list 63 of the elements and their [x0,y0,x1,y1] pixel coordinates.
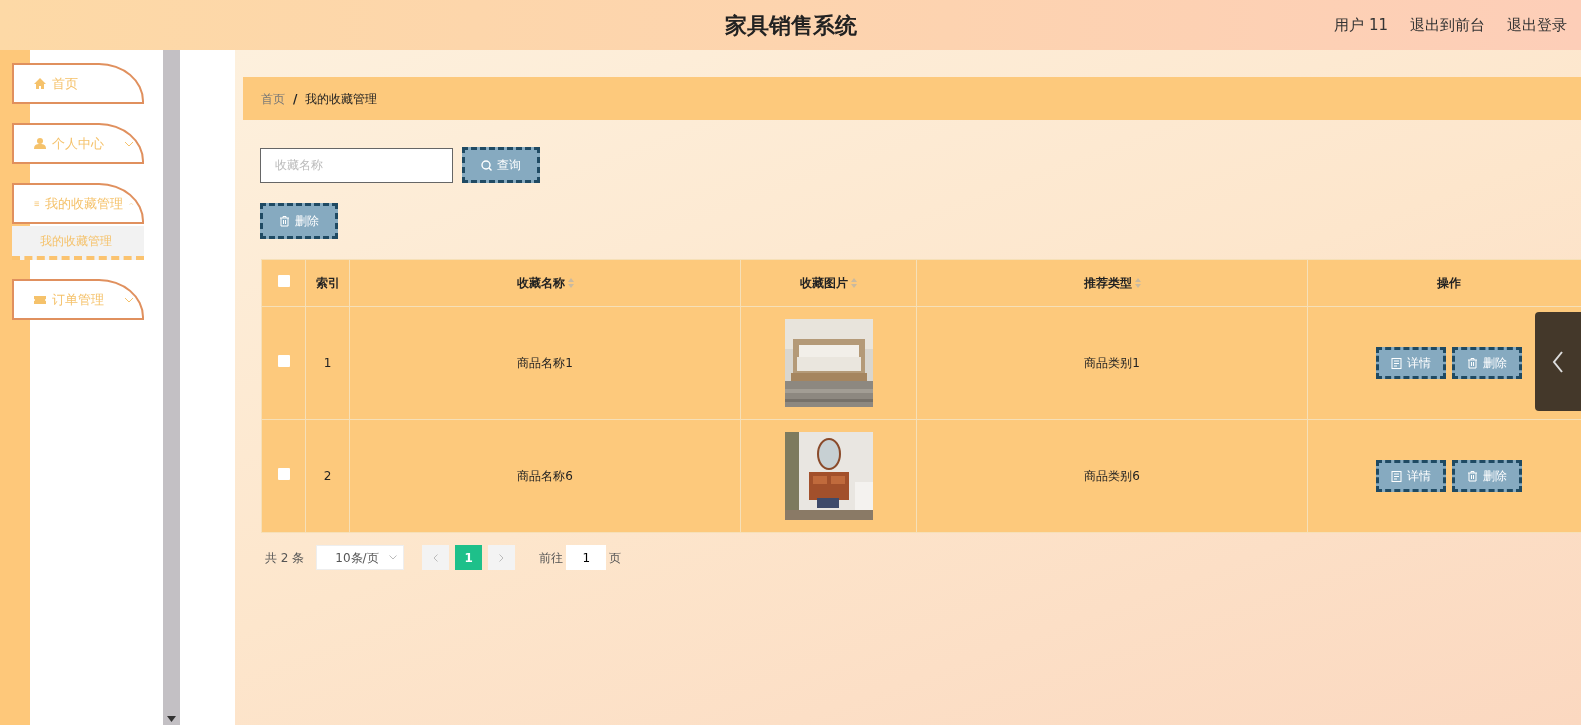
total-count: 共 2 条 [265,549,305,567]
chevron-left-icon [433,553,439,562]
chevron-icon [129,200,134,207]
sidebar-item[interactable]: 个人中心 [12,123,144,164]
sidebar-item[interactable]: 订单管理 [12,279,144,320]
table-cell: 商品名称6 [349,419,741,533]
table-cell: 商品类别6 [916,419,1308,533]
table-cell: 2 [305,419,350,533]
breadcrumb-link[interactable]: 首页 [261,89,285,108]
column-header: 索引 [315,275,340,292]
table-cell: 商品类别1 [916,306,1308,420]
column-header: 推荐类型 [1083,275,1132,292]
column-header: 收藏图片 [800,275,848,292]
sort-icon [851,278,857,288]
checkbox[interactable] [277,275,290,287]
column-header: 操作 [1437,275,1461,292]
sidebar-item[interactable]: 我的收藏管理 [12,183,144,224]
ticket-icon [34,294,46,305]
page-suffix: 页 [609,549,622,567]
chevron-right-icon [499,553,505,562]
delete-button[interactable]: 删除 [1452,460,1522,492]
previous-page-button[interactable] [422,545,450,570]
sort-icon [567,278,574,288]
sort-icon [1134,278,1141,288]
document-icon [1391,357,1402,369]
side-panel-toggle[interactable] [1535,312,1581,411]
delete-button[interactable]: 删除 [1452,347,1522,379]
sidebar-item[interactable]: 首页 [12,63,144,104]
trash-icon [279,215,290,227]
search-icon [481,159,492,171]
chevron-icon [124,296,134,303]
detail-button[interactable]: 详情 [1376,347,1446,379]
chevron-icon [124,140,134,147]
chevron-icon [389,555,398,560]
trash-icon [1467,357,1478,369]
chevron-left-icon [1552,350,1564,373]
goto-label: 前往 [539,549,564,567]
breadcrumb-current: 我的收藏管理 [305,90,378,108]
table-cell: 商品名称1 [349,306,741,420]
column-header: 收藏名称 [516,275,565,292]
delete-button[interactable]: 删除 [260,203,338,239]
checkbox[interactable] [277,468,290,480]
page-input[interactable]: 1 [566,545,607,570]
scroll-down-icon[interactable] [167,716,176,722]
next-page-button[interactable] [488,545,516,570]
document-icon [1391,470,1402,482]
header-link[interactable]: 退出到前台 [1410,13,1485,37]
search-button[interactable]: 查询 [462,147,540,183]
menu-icon [34,198,40,209]
header-link[interactable]: 用户 11 [1334,13,1388,37]
app-title: 家具销售系统 [724,11,857,40]
breadcrumb-separator: / [293,90,298,108]
page-button[interactable]: 1 [455,545,483,570]
table-cell: 1 [305,306,350,420]
trash-icon [1467,470,1478,482]
checkbox[interactable] [277,355,290,367]
search-field[interactable]: 收藏名称 [260,147,453,183]
header-link[interactable]: 退出登录 [1507,13,1567,37]
person-icon [34,138,46,149]
home-icon [34,78,46,89]
page-size-select[interactable]: 10条/页 [316,545,405,570]
submenu-item[interactable]: 我的收藏管理 [12,226,144,260]
detail-button[interactable]: 详情 [1376,460,1446,492]
